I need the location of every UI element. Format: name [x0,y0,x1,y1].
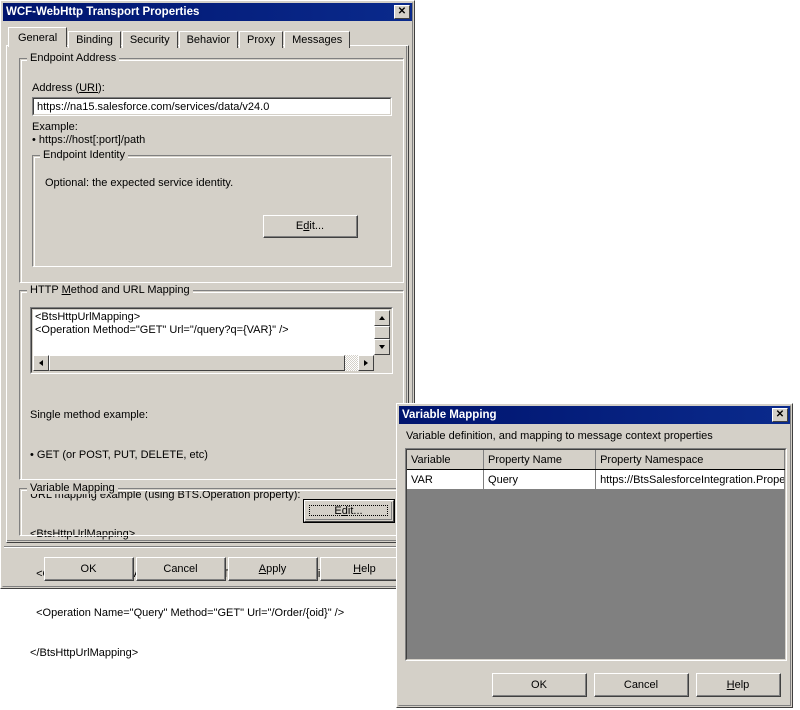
variable-cancel-button-label: Cancel [623,678,659,691]
main-cancel-button-label: Cancel [163,562,198,575]
endpoint-address-group: Endpoint Address Address (URI): https://… [19,52,404,283]
endpoint-identity-description: Optional: the expected service identity. [45,177,234,189]
grid-cell-property-namespace[interactable]: https://BtsSalesforceIntegration.Proper [596,470,785,490]
variable-cancel-button[interactable]: Cancel [594,673,689,697]
close-icon[interactable]: ✕ [394,5,410,19]
url-mapping-editor-frame: <BtsHttpUrlMapping> <Operation Method="G… [31,308,392,373]
tab-security[interactable]: Security [121,31,178,48]
tab-messages[interactable]: Messages [284,31,351,48]
address-uri-label-accel: URI [79,82,99,94]
main-ok-button[interactable]: OK [44,557,134,581]
main-titlebar[interactable]: WCF-WebHttp Transport Properties ✕ [3,3,412,21]
grid-header-property-name[interactable]: Property Name [484,450,597,469]
variable-mapping-dialog: Variable Mapping ✕ Variable definition, … [396,403,793,708]
address-uri-label-pre: Address ( [32,82,80,94]
grid-header-property-namespace[interactable]: Property Namespace [596,450,785,469]
wcf-webhttp-transport-properties-dialog: WCF-WebHttp Transport Properties ✕ Gener… [0,0,415,659]
main-cancel-button[interactable]: Cancel [136,557,226,581]
focus-indicator [309,505,388,516]
grid-cell-variable[interactable]: VAR [407,470,485,490]
tab-binding[interactable]: Binding [68,31,121,48]
variable-mapping-group-label: Variable Mapping [27,482,118,494]
grid-header-row: Variable Property Name Property Namespac… [407,450,785,470]
tab-proxy[interactable]: Proxy [239,31,284,48]
variable-mapping-titlebar[interactable]: Variable Mapping ✕ [399,406,790,424]
variable-mapping-edit-button[interactable]: Edit... [303,499,395,523]
variable-help-button-label: Help [726,678,750,691]
endpoint-address-group-label: Endpoint Address [27,52,120,64]
endpoint-identity-edit-button[interactable]: Edit... [263,215,358,238]
help-line-6: <Operation Name="Query" Method="GET" Url… [30,607,345,620]
variable-cancel-button-face: Cancel [595,674,688,696]
variable-mapping-grid[interactable]: Variable Property Name Property Namespac… [405,448,787,661]
variable-mapping-window-title: Variable Mapping [402,409,497,421]
main-help-button-label: Help [353,562,376,575]
variable-ok-button[interactable]: OK [492,673,587,697]
help-line-1: Single method example: [30,409,149,422]
help-line-7: </BtsHttpUrlMapping> [30,647,139,660]
tab-binding-label: Binding [76,34,113,46]
url-mapping-editor-horizontal-scrollbar[interactable] [33,355,374,371]
endpoint-identity-edit-button-label: Edit... [295,220,325,232]
address-uri-input[interactable]: https://na15.salesforce.com/services/dat… [32,97,392,116]
tab-behavior-label: Behavior [186,34,231,46]
main-apply-button[interactable]: Apply [228,557,318,581]
variable-mapping-description: Variable definition, and mapping to mess… [406,430,713,442]
url-mapping-editor[interactable]: <BtsHttpUrlMapping> <Operation Method="G… [30,307,393,374]
table-row[interactable]: VAR Query https://BtsSalesforceIntegrati… [407,470,785,490]
grid-header-variable[interactable]: Variable [407,450,485,469]
url-mapping-editor-value: <BtsHttpUrlMapping> <Operation Method="G… [33,310,374,355]
variable-mapping-group: Variable Mapping Edit... [19,482,404,536]
address-example-value: • https://host[:port]/path [32,134,146,146]
address-example-label: Example: [32,121,78,133]
http-method-url-mapping-group: HTTP Method and URL Mapping <BtsHttpUrlM… [19,284,404,659]
variable-mapping-edit-button-outer: Edit... [304,500,394,522]
variable-help-button-face: Help [697,674,780,696]
variable-ok-button-face: OK [493,674,586,696]
main-apply-button-label: Apply [258,562,287,575]
variable-mapping-edit-button-face: Edit... [306,502,392,520]
variable-mapping-grid-inner: Variable Property Name Property Namespac… [406,449,786,660]
horizontal-scroll-thumb[interactable] [49,355,345,371]
tab-strip: General Binding Security Behavior Proxy … [8,27,351,48]
main-apply-button-face: Apply [229,558,317,580]
grid-cell-property-name[interactable]: Query [484,470,597,490]
main-button-separator [4,546,411,548]
variable-ok-button-label: OK [531,678,547,691]
tab-proxy-label: Proxy [247,34,276,46]
scroll-down-icon[interactable] [374,339,390,355]
address-uri-input-value: https://na15.salesforce.com/services/dat… [33,98,391,115]
main-cancel-button-face: Cancel [137,558,225,580]
variable-help-button[interactable]: Help [696,673,781,697]
endpoint-identity-group: Endpoint Identity Optional: the expected… [32,149,392,267]
scroll-left-icon[interactable] [33,355,49,371]
main-window-title: WCF-WebHttp Transport Properties [6,6,200,18]
vertical-scroll-thumb[interactable] [374,326,390,339]
scroll-up-icon[interactable] [374,310,390,326]
endpoint-identity-edit-button-face: Edit... [264,216,357,237]
http-method-url-mapping-group-label: HTTP Method and URL Mapping [27,284,193,296]
scrollbar-corner [374,355,390,371]
address-uri-label: Address (URI): [32,82,105,94]
address-uri-label-post: ): [98,82,105,94]
help-line-2: • GET (or POST, PUT, DELETE, etc) [30,449,208,462]
tab-messages-label: Messages [292,34,343,46]
tab-security-label: Security [129,34,170,46]
tab-general[interactable]: General [8,27,68,47]
scroll-right-icon[interactable] [358,355,374,371]
tab-general-label: General [18,31,58,44]
url-mapping-editor-vertical-scrollbar[interactable] [374,310,390,355]
endpoint-identity-group-label: Endpoint Identity [40,149,128,161]
grid-cell-property-namespace-value: https://BtsSalesforceIntegration.Proper [600,473,785,486]
tab-page-general: Endpoint Address Address (URI): https://… [6,45,409,659]
main-ok-button-face: OK [45,558,133,580]
tab-behavior[interactable]: Behavior [178,31,239,48]
close-icon[interactable]: ✕ [772,408,788,422]
main-ok-button-label: OK [80,562,97,575]
